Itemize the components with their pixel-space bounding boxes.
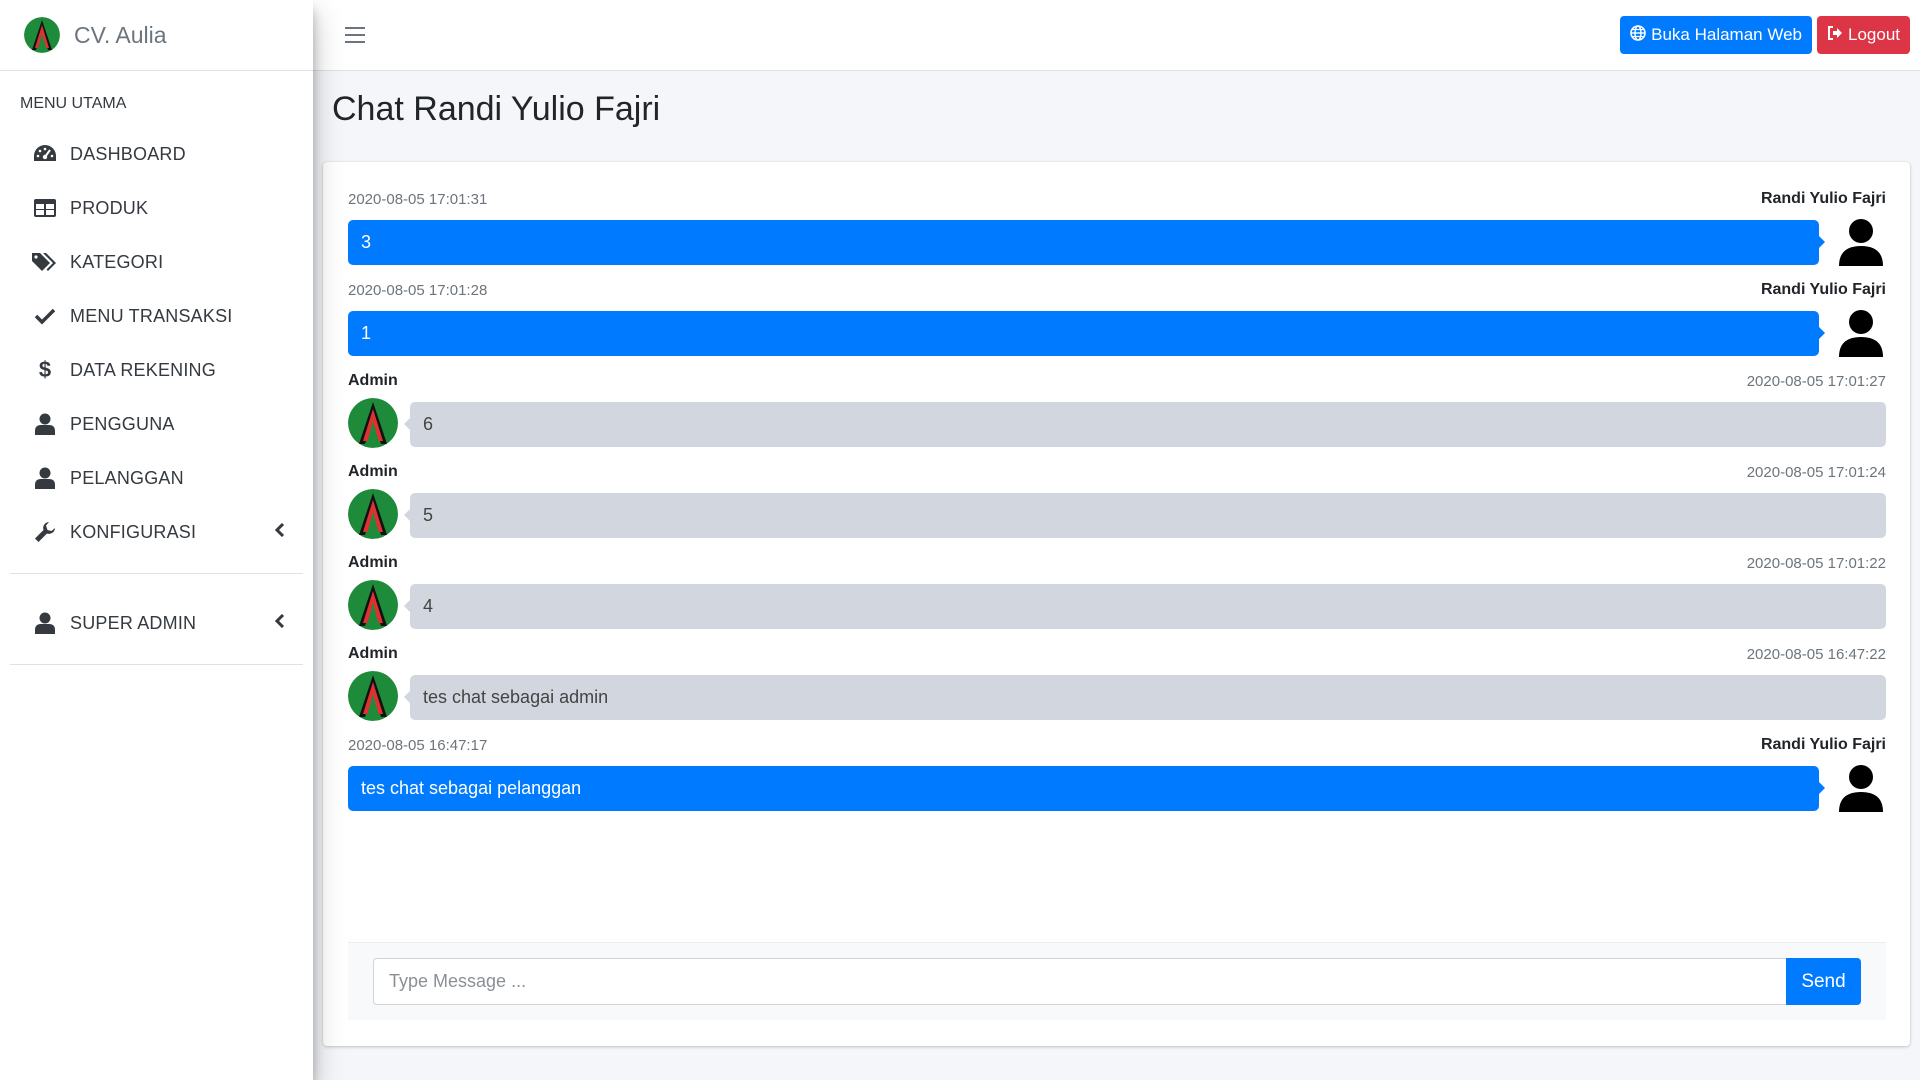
- message-sender-name: Admin: [348, 645, 398, 662]
- page-title: Chat Randi Yulio Fajri: [332, 90, 661, 128]
- admin-avatar: [348, 580, 398, 630]
- sidebar-item-label: PELANGGAN: [70, 467, 184, 488]
- message-meta: Admin 2020-08-05 16:47:22: [348, 643, 1886, 665]
- sidebar-item-data-rekening[interactable]: $ DATA REKENING: [0, 343, 313, 397]
- customer-avatar-icon: [1836, 307, 1886, 357]
- chat-message: 2020-08-05 17:01:31 Randi Yulio Fajri 3: [348, 188, 1886, 279]
- open-web-button[interactable]: Buka Halaman Web: [1620, 16, 1812, 54]
- message-input[interactable]: [373, 958, 1786, 1005]
- check-icon: [32, 304, 58, 328]
- message-timestamp: 2020-08-05 16:47:22: [1746, 645, 1886, 663]
- message-bubble: 4: [404, 584, 1886, 629]
- brand-name: CV. Aulia: [74, 21, 167, 48]
- message-meta: Admin 2020-08-05 17:01:22: [348, 552, 1886, 574]
- chat-message: Admin 2020-08-05 16:47:22 tes chat sebagai…: [348, 643, 1886, 734]
- sidebar-item-menu-transaksi[interactable]: MENU TRANSAKSI: [0, 289, 313, 343]
- sidebar-item-label: PRODUK: [70, 197, 149, 218]
- top-navbar: Buka Halaman Web Logout: [313, 0, 1920, 71]
- message-meta: Admin 2020-08-05 17:01:24: [348, 461, 1886, 483]
- sidebar-item-pelanggan[interactable]: PELANGGAN: [0, 451, 313, 505]
- sidebar-item-label: KONFIGURASI: [70, 521, 197, 542]
- chevron-left-icon: [274, 612, 285, 633]
- logout-label: Logout: [1848, 25, 1900, 44]
- message-timestamp: 2020-08-05 17:01:31: [348, 190, 488, 208]
- sidebar-item-label: MENU TRANSAKSI: [70, 305, 233, 326]
- message-sender-name: Admin: [348, 372, 398, 389]
- message-meta: Admin 2020-08-05 17:01:27: [348, 370, 1886, 392]
- logout-button[interactable]: Logout: [1817, 16, 1910, 54]
- chevron-left-icon: [274, 521, 285, 542]
- user-icon: [32, 611, 58, 635]
- sidebar-item-pengguna[interactable]: PENGGUNA: [0, 397, 313, 451]
- sidebar-item-kategori[interactable]: KATEGORI: [0, 235, 313, 289]
- message-sender-name: Randi Yulio Fajri: [1760, 736, 1886, 753]
- admin-avatar: [348, 489, 398, 539]
- message-meta: 2020-08-05 16:47:17 Randi Yulio Fajri: [348, 734, 1886, 756]
- message-bubble: 6: [404, 402, 1886, 447]
- message-timestamp: 2020-08-05 17:01:24: [1746, 463, 1886, 481]
- chat-message: 2020-08-05 17:01:28 Randi Yulio Fajri 1: [348, 279, 1886, 370]
- sidebar-item-konfigurasi[interactable]: KONFIGURASI: [0, 505, 313, 559]
- message-bubble: 5: [404, 493, 1886, 538]
- message-timestamp: 2020-08-05 16:47:17: [348, 736, 488, 754]
- chat-composer: Send: [348, 942, 1886, 1020]
- message-timestamp: 2020-08-05 17:01:28: [348, 281, 488, 299]
- chat-card: 2020-08-05 17:01:31 Randi Yulio Fajri 3 202…: [323, 162, 1910, 1046]
- sidebar-item-produk[interactable]: PRODUK: [0, 181, 313, 235]
- messages-list[interactable]: 2020-08-05 17:01:31 Randi Yulio Fajri 3 202…: [348, 188, 1886, 825]
- sidebar-item-label: DASHBOARD: [70, 143, 186, 164]
- brand-link[interactable]: CV. Aulia: [0, 0, 313, 71]
- sidebar-item-label: PENGGUNA: [70, 413, 175, 434]
- message-meta: 2020-08-05 17:01:28 Randi Yulio Fajri: [348, 279, 1886, 301]
- admin-avatar: [348, 398, 398, 448]
- send-button[interactable]: Send: [1786, 958, 1861, 1005]
- message-timestamp: 2020-08-05 17:01:22: [1746, 554, 1886, 572]
- chat-message: 2020-08-05 16:47:17 Randi Yulio Fajri tes …: [348, 734, 1886, 825]
- user-icon: [32, 466, 58, 490]
- open-web-label: Buka Halaman Web: [1651, 25, 1802, 44]
- sidebar-item-label: SUPER ADMIN: [70, 612, 197, 633]
- message-bubble: 3: [348, 220, 1825, 265]
- sidebar: CV. Aulia MENU UTAMA DASHBOARD PRODUK KA…: [0, 0, 313, 1080]
- wrench-icon: [32, 520, 58, 544]
- sign-out-icon: [1827, 25, 1843, 46]
- menu-toggle-icon[interactable]: [343, 25, 367, 45]
- message-bubble: tes chat sebagai pelanggan: [348, 766, 1825, 811]
- sidebar-item-super-admin[interactable]: SUPER ADMIN: [0, 596, 313, 650]
- tags-icon: [32, 250, 58, 274]
- chat-message: Admin 2020-08-05 17:01:24 5: [348, 461, 1886, 552]
- dollar-icon: $: [38, 357, 52, 382]
- customer-avatar-icon: [1836, 762, 1886, 812]
- chat-message: Admin 2020-08-05 17:01:27 6: [348, 370, 1886, 461]
- brand-logo: [24, 17, 60, 53]
- sidebar-divider: [10, 664, 303, 665]
- globe-icon: [1630, 24, 1646, 46]
- dashboard-gauge-icon: [32, 142, 58, 166]
- message-sender-name: Randi Yulio Fajri: [1760, 281, 1886, 298]
- user-icon: [32, 412, 58, 436]
- message-meta: 2020-08-05 17:01:31 Randi Yulio Fajri: [348, 188, 1886, 210]
- sidebar-item-dashboard[interactable]: DASHBOARD: [0, 127, 313, 181]
- sidebar-item-label: KATEGORI: [70, 251, 164, 272]
- message-timestamp: 2020-08-05 17:01:27: [1746, 372, 1886, 390]
- message-sender-name: Admin: [348, 463, 398, 480]
- message-sender-name: Randi Yulio Fajri: [1760, 190, 1886, 207]
- table-icon: [32, 196, 58, 220]
- message-sender-name: Admin: [348, 554, 398, 571]
- chat-message: Admin 2020-08-05 17:01:22 4: [348, 552, 1886, 643]
- message-bubble: 1: [348, 311, 1825, 356]
- customer-avatar-icon: [1836, 216, 1886, 266]
- admin-avatar: [348, 671, 398, 721]
- sidebar-item-label: DATA REKENING: [70, 359, 216, 380]
- nav-header: MENU UTAMA: [20, 95, 127, 112]
- message-bubble: tes chat sebagai admin: [404, 675, 1886, 720]
